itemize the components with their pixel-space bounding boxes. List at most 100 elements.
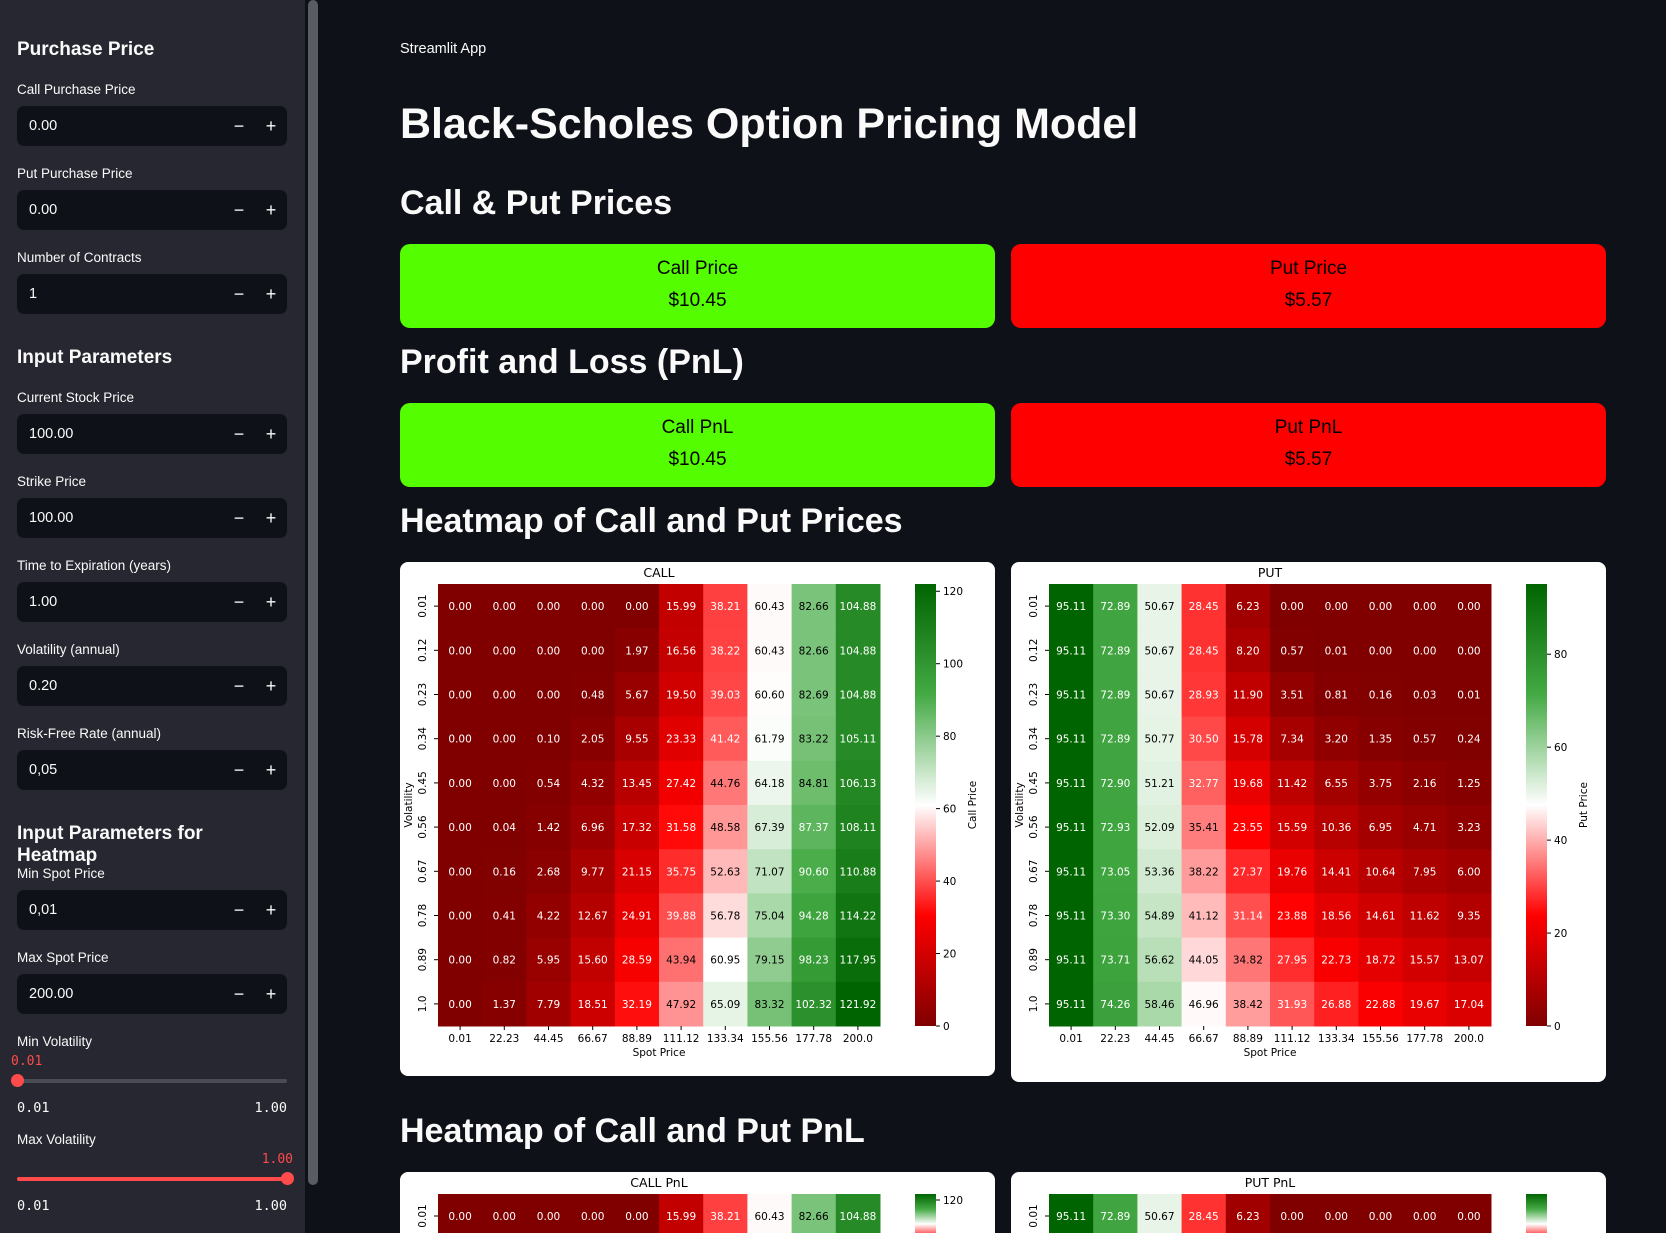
heatmap-cell-label: 38.42 xyxy=(1233,999,1263,1011)
stock-price-label: Current Stock Price xyxy=(17,390,135,405)
prices-heading: Call & Put Prices xyxy=(400,184,673,222)
x-tick-label: 44.45 xyxy=(533,1033,563,1045)
y-tick-label: 1.0 xyxy=(417,996,429,1013)
heatmap-cell-label: 71.07 xyxy=(754,866,784,878)
call-pnl-card: Call PnL $10.45 xyxy=(400,403,995,487)
heatmap-cell-label: 6.23 xyxy=(1236,601,1259,613)
y-tick-label: 0.78 xyxy=(417,904,429,927)
heatmap-cell-label: 56.78 xyxy=(710,911,740,923)
volatility-increment-button[interactable]: + xyxy=(255,666,287,706)
x-tick-label: 66.67 xyxy=(578,1033,608,1045)
stock-price-input[interactable]: 100.00 − + xyxy=(17,414,287,454)
risk-free-decrement-button[interactable]: − xyxy=(223,750,255,790)
call-purchase-increment-button[interactable]: + xyxy=(255,106,287,146)
heatmap-cell-label: 95.11 xyxy=(1056,734,1086,746)
stock-price-decrement-button[interactable]: − xyxy=(223,414,255,454)
y-tick-label: 0.12 xyxy=(417,639,429,662)
strike-price-decrement-button[interactable]: − xyxy=(223,498,255,538)
heatmap-cell-label: 30.50 xyxy=(1189,734,1219,746)
heatmap-cell-label: 0.00 xyxy=(448,734,471,746)
min-spot-value[interactable]: 0,01 xyxy=(17,902,223,918)
strike-price-value[interactable]: 100.00 xyxy=(17,510,223,526)
y-tick-label: 0.56 xyxy=(417,815,429,839)
volatility-decrement-button[interactable]: − xyxy=(223,666,255,706)
heatmap-cell-label: 72.89 xyxy=(1100,1211,1130,1223)
colorbar-tick-label: 20 xyxy=(1554,928,1567,940)
heatmap-cell-label: 32.19 xyxy=(622,999,652,1011)
heatmap-cell-label: 12.67 xyxy=(578,911,608,923)
x-tick-label: 88.89 xyxy=(1233,1033,1263,1045)
heatmap-cell-label: 87.37 xyxy=(799,822,829,834)
call-purchase-value[interactable]: 0.00 xyxy=(17,118,223,134)
strike-price-increment-button[interactable]: + xyxy=(255,498,287,538)
heatmap-svg: PUT PnL 95.11 72.89 50.67 28.45 6.23 0.00 0.00 0… xyxy=(1028,1175,1547,1233)
sidebar-scrollbar[interactable] xyxy=(308,0,318,1185)
min-spot-increment-button[interactable]: + xyxy=(255,890,287,930)
contracts-decrement-button[interactable]: − xyxy=(223,274,255,314)
time-exp-increment-button[interactable]: + xyxy=(255,582,287,622)
max-spot-decrement-button[interactable]: − xyxy=(223,974,255,1014)
risk-free-value[interactable]: 0,05 xyxy=(17,762,223,778)
max-volatility-slider[interactable]: 1.00 0.01 1.00 xyxy=(17,1152,294,1222)
heatmap-cell-label: 95.11 xyxy=(1056,1211,1086,1223)
max-spot-increment-button[interactable]: + xyxy=(255,974,287,1014)
heatmap-cell-label: 1.35 xyxy=(1369,734,1392,746)
min-spot-decrement-button[interactable]: − xyxy=(223,890,255,930)
heatmap-cell-label: 0.00 xyxy=(1369,645,1392,657)
max-spot-input[interactable]: 200.00 − + xyxy=(17,974,287,1014)
heatmap-cell-label: 0.00 xyxy=(581,1211,604,1223)
heatmap-cell-label: 28.93 xyxy=(1189,690,1219,702)
slider-thumb[interactable] xyxy=(10,1074,24,1087)
risk-free-increment-button[interactable]: + xyxy=(255,750,287,790)
heatmap-cell-label: 0.57 xyxy=(1413,734,1436,746)
strike-price-input[interactable]: 100.00 − + xyxy=(17,498,287,538)
put-purchase-value[interactable]: 0.00 xyxy=(17,202,223,218)
heatmap-cell-label: 38.22 xyxy=(1189,866,1219,878)
contracts-value[interactable]: 1 xyxy=(17,286,223,302)
slider-thumb[interactable] xyxy=(280,1172,294,1185)
heatmap-cell-label: 0.00 xyxy=(493,778,516,790)
contracts-input[interactable]: 1 − + xyxy=(17,274,287,314)
stock-price-value[interactable]: 100.00 xyxy=(17,426,223,442)
heatmap-cell-label: 6.96 xyxy=(581,822,605,834)
min-spot-input[interactable]: 0,01 − + xyxy=(17,890,287,930)
time-exp-value[interactable]: 1.00 xyxy=(17,594,223,610)
heatmap-cell-label: 0.00 xyxy=(448,778,471,790)
put-purchase-decrement-button[interactable]: − xyxy=(223,190,255,230)
y-tick-label: 0.34 xyxy=(417,727,429,751)
heatmap-cell-label: 121.92 xyxy=(840,999,877,1011)
volatility-input[interactable]: 0.20 − + xyxy=(17,666,287,706)
put-purchase-increment-button[interactable]: + xyxy=(255,190,287,230)
heatmap-cell-label: 0.00 xyxy=(1457,645,1480,657)
min-volatility-slider[interactable]: 0.01 0.01 1.00 xyxy=(10,1054,287,1124)
heatmap-cell-label: 60.43 xyxy=(754,601,784,613)
call-purchase-input[interactable]: 0.00 − + xyxy=(17,106,287,146)
stock-price-increment-button[interactable]: + xyxy=(255,414,287,454)
colorbar-tick-label: 80 xyxy=(1554,649,1567,661)
heatmap-cell-label: 56.62 xyxy=(1144,955,1174,967)
heatmap-cell-label: 104.88 xyxy=(840,690,877,702)
time-exp-input[interactable]: 1.00 − + xyxy=(17,582,287,622)
heatmap-cell-label: 61.79 xyxy=(754,734,784,746)
colorbar xyxy=(1526,1194,1547,1233)
max-spot-value[interactable]: 200.00 xyxy=(17,986,223,1002)
heatmap-cell-label: 17.32 xyxy=(622,822,652,834)
risk-free-input[interactable]: 0,05 − + xyxy=(17,750,287,790)
heatmap-cell-label: 0.00 xyxy=(493,1211,516,1223)
heatmap-cell-label: 50.67 xyxy=(1144,690,1174,702)
y-axis-label: Volatility xyxy=(1014,782,1026,827)
heatmap-cell-label: 23.55 xyxy=(1233,822,1263,834)
heatmap-title: PUT PnL xyxy=(1245,1175,1296,1190)
contracts-increment-button[interactable]: + xyxy=(255,274,287,314)
heatmap-cell-label: 95.11 xyxy=(1056,999,1086,1011)
put-purchase-input[interactable]: 0.00 − + xyxy=(17,190,287,230)
volatility-value[interactable]: 0.20 xyxy=(17,678,223,694)
y-tick-label: 1.0 xyxy=(1028,996,1040,1013)
x-tick-label: 200.0 xyxy=(843,1033,873,1045)
call-purchase-decrement-button[interactable]: − xyxy=(223,106,255,146)
slider-track[interactable] xyxy=(17,1079,287,1083)
heatmap-cell-label: 0.41 xyxy=(493,911,516,923)
heatmap-pnl-heading: Heatmap of Call and Put PnL xyxy=(400,1112,865,1150)
time-exp-decrement-button[interactable]: − xyxy=(223,582,255,622)
x-tick-label: 88.89 xyxy=(622,1033,652,1045)
